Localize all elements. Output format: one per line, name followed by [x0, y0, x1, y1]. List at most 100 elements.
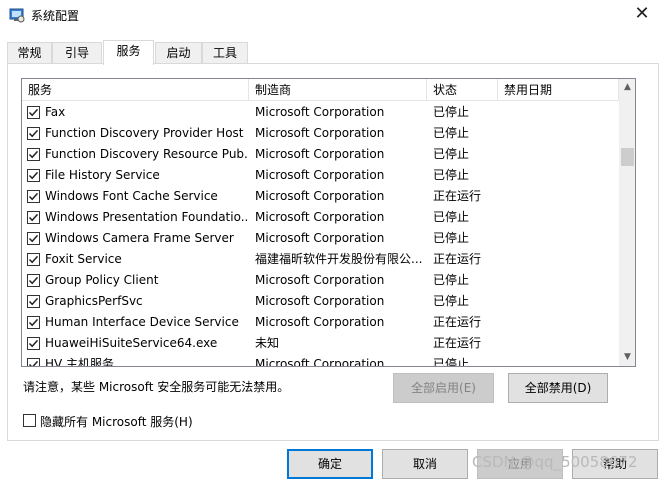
- checkmark-icon: [28, 318, 39, 327]
- enable-all-button[interactable]: 全部启用(E): [393, 373, 494, 403]
- status-cell: 已停止: [433, 273, 470, 287]
- status-cell: 已停止: [433, 126, 470, 140]
- service-checkbox[interactable]: [27, 316, 40, 329]
- manufacturer-cell: Microsoft Corporation: [255, 231, 385, 245]
- service-name-cell: Function Discovery Provider Host: [45, 126, 244, 140]
- column-header-disabled-date[interactable]: 禁用日期: [498, 79, 619, 101]
- checkmark-icon: [28, 192, 39, 201]
- tab-general[interactable]: 常规: [7, 42, 52, 64]
- tab-services[interactable]: 服务: [103, 40, 154, 65]
- manufacturer-cell: 福建福昕软件开发股份有限公...: [255, 252, 423, 266]
- service-name-cell: Human Interface Device Service: [45, 315, 239, 329]
- ok-button[interactable]: 确定: [287, 449, 373, 479]
- disabled-date-cell: [504, 249, 616, 270]
- table-row[interactable]: Fax Microsoft Corporation 已停止: [22, 102, 619, 123]
- scroll-thumb[interactable]: [621, 148, 634, 166]
- checkmark-icon: [28, 213, 39, 222]
- column-header-manufacturer[interactable]: 制造商: [249, 79, 427, 101]
- service-checkbox[interactable]: [27, 232, 40, 245]
- chevron-down-icon[interactable]: ▼: [619, 349, 635, 366]
- service-checkbox[interactable]: [27, 211, 40, 224]
- manufacturer-cell: Microsoft Corporation: [255, 210, 385, 224]
- table-row[interactable]: Foxit Service 福建福昕软件开发股份有限公... 正在运行: [22, 249, 619, 270]
- service-name-cell: GraphicsPerfSvc: [45, 294, 143, 308]
- watermark: CSDN @qq_50058672: [472, 453, 638, 471]
- checkmark-icon: [28, 234, 39, 243]
- table-row[interactable]: Windows Camera Frame Server Microsoft Cor…: [22, 228, 619, 249]
- service-checkbox[interactable]: [27, 295, 40, 308]
- hide-ms-services-label: 隐藏所有 Microsoft 服务(H): [40, 415, 193, 429]
- manufacturer-cell: Microsoft Corporation: [255, 273, 385, 287]
- disabled-date-cell: [504, 123, 616, 144]
- table-row[interactable]: Group Policy Client Microsoft Corporation…: [22, 270, 619, 291]
- checkmark-icon: [28, 108, 39, 117]
- disabled-date-cell: [504, 165, 616, 186]
- disabled-date-cell: [504, 228, 616, 249]
- checkmark-icon: [28, 150, 39, 159]
- table-row[interactable]: Human Interface Device Service Microsoft …: [22, 312, 619, 333]
- service-name-cell: Windows Presentation Foundatio...: [45, 210, 247, 224]
- vertical-scrollbar[interactable]: ▲ ▼: [619, 79, 635, 366]
- checkbox-box[interactable]: [23, 414, 36, 427]
- chevron-up-icon[interactable]: ▲: [619, 79, 635, 96]
- service-name-cell: Function Discovery Resource Pub...: [45, 147, 247, 161]
- service-checkbox[interactable]: [27, 337, 40, 350]
- status-cell: 已停止: [433, 210, 470, 224]
- status-cell: 已停止: [433, 168, 470, 182]
- service-checkbox[interactable]: [27, 253, 40, 266]
- table-row[interactable]: HV 主机服务 Microsoft Corporation 已停止: [22, 354, 619, 367]
- service-name-cell: Fax: [45, 105, 66, 119]
- status-cell: 已停止: [433, 147, 470, 161]
- window-title: 系统配置: [31, 9, 80, 23]
- status-cell: 已停止: [433, 294, 470, 308]
- table-row[interactable]: Function Discovery Resource Pub... Micros…: [22, 144, 619, 165]
- column-header-status[interactable]: 状态: [427, 79, 498, 101]
- service-checkbox[interactable]: [27, 127, 40, 140]
- list-body: Fax Microsoft Corporation 已停止 Function Disc…: [22, 102, 619, 367]
- close-icon[interactable]: ✕: [628, 1, 656, 27]
- checkmark-icon: [28, 339, 39, 348]
- table-row[interactable]: HuaweiHiSuiteService64.exe 未知 正在运行: [22, 333, 619, 354]
- services-list: 服务 制造商 状态 禁用日期 Fax Microsoft Corporation 已…: [21, 78, 636, 367]
- disabled-date-cell: [504, 312, 616, 333]
- table-row[interactable]: Windows Presentation Foundatio... Microso…: [22, 207, 619, 228]
- service-checkbox[interactable]: [27, 148, 40, 161]
- checkmark-icon: [28, 360, 39, 366]
- tab-startup[interactable]: 启动: [155, 42, 202, 64]
- table-row[interactable]: Windows Font Cache Service Microsoft Corp…: [22, 186, 619, 207]
- service-name-cell: File History Service: [45, 168, 160, 182]
- disabled-date-cell: [504, 270, 616, 291]
- tab-boot[interactable]: 引导: [52, 42, 102, 64]
- status-cell: 正在运行: [433, 315, 482, 329]
- status-cell: 已停止: [433, 357, 470, 367]
- checkmark-icon: [28, 129, 39, 138]
- service-checkbox[interactable]: [27, 190, 40, 203]
- table-row[interactable]: Function Discovery Provider Host Microsof…: [22, 123, 619, 144]
- manufacturer-cell: Microsoft Corporation: [255, 315, 385, 329]
- manufacturer-cell: Microsoft Corporation: [255, 189, 385, 203]
- checkmark-icon: [28, 171, 39, 180]
- checkmark-icon: [28, 276, 39, 285]
- manufacturer-cell: Microsoft Corporation: [255, 126, 385, 140]
- tab-tools[interactable]: 工具: [202, 42, 248, 64]
- list-header: 服务 制造商 状态 禁用日期: [22, 79, 619, 101]
- table-row[interactable]: GraphicsPerfSvc Microsoft Corporation 已停止: [22, 291, 619, 312]
- service-name-cell: HuaweiHiSuiteService64.exe: [45, 336, 218, 350]
- service-checkbox[interactable]: [27, 169, 40, 182]
- table-row[interactable]: File History Service Microsoft Corporatio…: [22, 165, 619, 186]
- service-name-cell: Foxit Service: [45, 252, 122, 266]
- disabled-date-cell: [504, 354, 616, 366]
- status-cell: 正在运行: [433, 252, 482, 266]
- service-checkbox[interactable]: [27, 358, 40, 366]
- title-bar: 系统配置 ✕: [0, 0, 666, 30]
- checkmark-icon: [28, 255, 39, 264]
- status-cell: 已停止: [433, 105, 470, 119]
- cancel-button[interactable]: 取消: [382, 449, 468, 479]
- security-notice: 请注意，某些 Microsoft 安全服务可能无法禁用。: [23, 380, 290, 394]
- service-checkbox[interactable]: [27, 274, 40, 287]
- manufacturer-cell: 未知: [255, 336, 280, 350]
- column-header-service[interactable]: 服务: [22, 79, 249, 101]
- service-checkbox[interactable]: [27, 106, 40, 119]
- disabled-date-cell: [504, 291, 616, 312]
- disable-all-button[interactable]: 全部禁用(D): [508, 373, 608, 403]
